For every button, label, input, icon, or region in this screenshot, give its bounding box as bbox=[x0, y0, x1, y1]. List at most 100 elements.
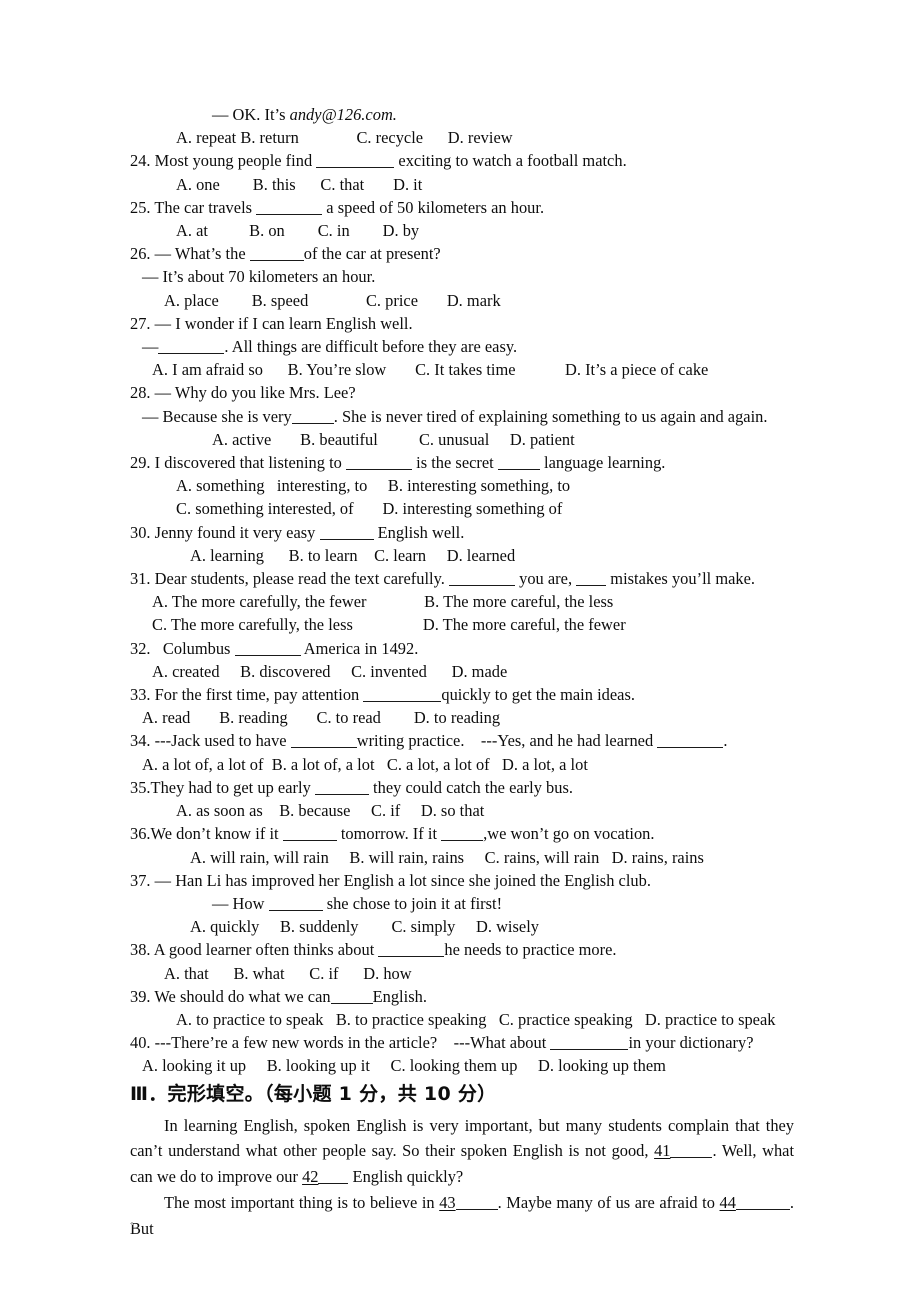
q38-stem-pre: 38. A good learner often thinks about bbox=[130, 940, 379, 960]
scan-artifact-speck bbox=[131, 1222, 133, 1225]
q29-blank-2 bbox=[497, 457, 540, 471]
q33-stem: 33. For the first time, pay attention qu… bbox=[130, 683, 794, 706]
q33-stem-pre: 33. For the first time, pay attention bbox=[130, 685, 364, 705]
cloze-blank-43-rule bbox=[455, 1197, 498, 1211]
q27-stem: 27. — I wonder if I can learn English we… bbox=[130, 313, 413, 333]
q35-blank bbox=[314, 782, 369, 795]
q23-dialogue-text: — OK. It’s bbox=[212, 105, 290, 124]
q30-stem-pre: 30. Jenny found it very easy bbox=[130, 522, 320, 542]
q33-blank bbox=[363, 689, 442, 703]
q26-stem-post: of the car at present? bbox=[303, 244, 441, 264]
q32-options: A. created B. discovered C. invented D. … bbox=[152, 661, 508, 681]
cloze-p2-part2: . Maybe many of us are afraid to bbox=[497, 1193, 720, 1213]
q29-options-cd: C. something interested, of D. interesti… bbox=[176, 499, 563, 519]
q35-options: A. as soon as B. because C. if D. so tha… bbox=[176, 801, 485, 821]
q25-options: A. at B. on C. in D. by bbox=[176, 221, 420, 241]
q35-stem: 35.They had to get up early they could c… bbox=[130, 776, 794, 799]
q36-blank-1 bbox=[282, 828, 337, 842]
q39-blank bbox=[330, 991, 373, 1004]
q34-stem-pre: 34. ---Jack used to have bbox=[130, 731, 291, 751]
cloze-blank-44-rule bbox=[735, 1197, 790, 1211]
q32-stem-pre: 32. Columbus bbox=[130, 638, 235, 658]
page-content: — OK. It’s andy@126.com. A. repeat B. re… bbox=[130, 103, 794, 1242]
q40-stem: 40. ---There’re a few new words in the a… bbox=[130, 1031, 794, 1054]
q23-dialogue-line: — OK. It’s andy@126.com. bbox=[130, 103, 794, 126]
q40-options: A. looking it up B. looking up it C. loo… bbox=[142, 1056, 666, 1076]
q28-reply-pre: — Because she is very bbox=[142, 406, 292, 426]
q34-stem-mid: writing practice. ---Yes, and he had lea… bbox=[356, 731, 658, 751]
q29-stem-pre: 29. I discovered that listening to bbox=[130, 453, 347, 473]
q30-blank bbox=[319, 527, 374, 540]
q24-blank bbox=[316, 155, 395, 169]
cloze-blank-43: 43 bbox=[439, 1193, 456, 1213]
q37-stem: 37. — Han Li has improved her English a … bbox=[130, 870, 651, 890]
q29-stem-mid: is the secret bbox=[412, 453, 498, 473]
q28-reply-post: . She is never tired of explaining somet… bbox=[333, 406, 768, 426]
q38-stem: 38. A good learner often thinks about he… bbox=[130, 938, 794, 961]
q23-email-text: andy@126.com. bbox=[289, 105, 397, 124]
q26-stem: 26. — What’s the of the car at present? bbox=[130, 242, 794, 265]
section-iii-heading: Ⅲ．完形填空。（每小题 1 分，共 10 分） bbox=[130, 1082, 497, 1105]
q38-stem-post: he needs to practice more. bbox=[444, 940, 617, 960]
q26-blank bbox=[249, 248, 304, 262]
q33-stem-post: quickly to get the main ideas. bbox=[441, 685, 635, 705]
q35-stem-post: they could catch the early bus. bbox=[368, 777, 573, 797]
q37-reply-post: she chose to join it at first! bbox=[322, 893, 503, 913]
q25-blank bbox=[256, 202, 323, 215]
q31-stem-mid: you are, bbox=[515, 569, 577, 589]
cloze-paragraph-2: The most important thing is to believe i… bbox=[130, 1190, 794, 1241]
q24-options: A. one B. this C. that D. it bbox=[176, 174, 423, 194]
q29-stem: 29. I discovered that listening to is th… bbox=[130, 451, 794, 474]
q34-stem: 34. ---Jack used to have writing practic… bbox=[130, 729, 794, 752]
q26-reply: — It’s about 70 kilometers an hour. bbox=[142, 267, 376, 287]
q24-stem: 24. Most young people find exciting to w… bbox=[130, 149, 794, 172]
q40-stem-pre: 40. ---There’re a few new words in the a… bbox=[130, 1033, 551, 1053]
q35-stem-pre: 35.They had to get up early bbox=[130, 777, 315, 797]
q31-options-ab: A. The more carefully, the fewer B. The … bbox=[152, 592, 614, 612]
cloze-blank-44: 44 bbox=[719, 1193, 736, 1213]
q34-blank-2 bbox=[657, 735, 724, 749]
q31-stem: 31. Dear students, please read the text … bbox=[130, 567, 794, 590]
q27-reply-pre: — bbox=[142, 337, 159, 357]
q25-stem-pre: 25. The car travels bbox=[130, 197, 257, 217]
q30-stem-post: English well. bbox=[373, 522, 465, 542]
q32-stem: 32. Columbus America in 1492. bbox=[130, 637, 794, 660]
q30-stem: 30. Jenny found it very easy English wel… bbox=[130, 521, 794, 544]
q28-blank bbox=[291, 411, 334, 424]
q36-stem-pre: 36.We don’t know if it bbox=[130, 824, 283, 844]
q34-options: A. a lot of, a lot of B. a lot of, a lot… bbox=[142, 754, 588, 774]
q25-stem-post: a speed of 50 kilometers an hour. bbox=[322, 197, 545, 217]
q31-blank-1 bbox=[449, 573, 515, 587]
q29-stem-post: language learning. bbox=[539, 453, 666, 473]
cloze-p1-part3: English quickly? bbox=[348, 1166, 464, 1186]
q40-blank bbox=[550, 1037, 629, 1051]
cloze-paragraph-1: In learning English, spoken English is v… bbox=[130, 1113, 794, 1190]
q36-stem-mid: tomorrow. If it bbox=[336, 824, 442, 844]
q28-options: A. active B. beautiful C. unusual D. pat… bbox=[212, 429, 575, 449]
q33-options: A. read B. reading C. to read D. to read… bbox=[142, 708, 501, 728]
q24-stem-pre: 24. Most young people find bbox=[130, 151, 317, 171]
q31-stem-post: mistakes you’ll make. bbox=[606, 569, 756, 589]
q37-reply: — How she chose to join it at first! bbox=[130, 892, 794, 915]
cloze-blank-41-rule bbox=[670, 1145, 713, 1159]
q32-blank bbox=[234, 643, 301, 656]
q34-blank-1 bbox=[290, 735, 357, 749]
q27-reply-post: . All things are difficult before they a… bbox=[224, 337, 518, 357]
q36-blank-2 bbox=[441, 828, 484, 842]
cloze-passage: In learning English, spoken English is v… bbox=[130, 1113, 794, 1242]
q36-stem: 36.We don’t know if it tomorrow. If it ,… bbox=[130, 822, 794, 845]
q31-options-cd: C. The more carefully, the less D. The m… bbox=[152, 615, 626, 635]
cloze-blank-41: 41 bbox=[654, 1141, 671, 1161]
q26-stem-pre: 26. — What’s the bbox=[130, 244, 250, 264]
q38-options: A. that B. what C. if D. how bbox=[164, 963, 412, 983]
q25-stem: 25. The car travels a speed of 50 kilome… bbox=[130, 196, 794, 219]
q29-options-ab: A. something interesting, to B. interest… bbox=[176, 476, 571, 496]
cloze-blank-42: 42 bbox=[302, 1166, 319, 1186]
q29-blank-1 bbox=[346, 457, 413, 471]
q40-stem-post: in your dictionary? bbox=[628, 1033, 754, 1053]
q39-stem-pre: 39. We should do what we can bbox=[130, 986, 331, 1006]
q28-reply: — Because she is very . She is never tire… bbox=[130, 405, 794, 428]
q31-stem-pre: 31. Dear students, please read the text … bbox=[130, 569, 449, 589]
q37-blank bbox=[268, 898, 323, 911]
cloze-p2-part1: The most important thing is to believe i… bbox=[164, 1193, 440, 1213]
